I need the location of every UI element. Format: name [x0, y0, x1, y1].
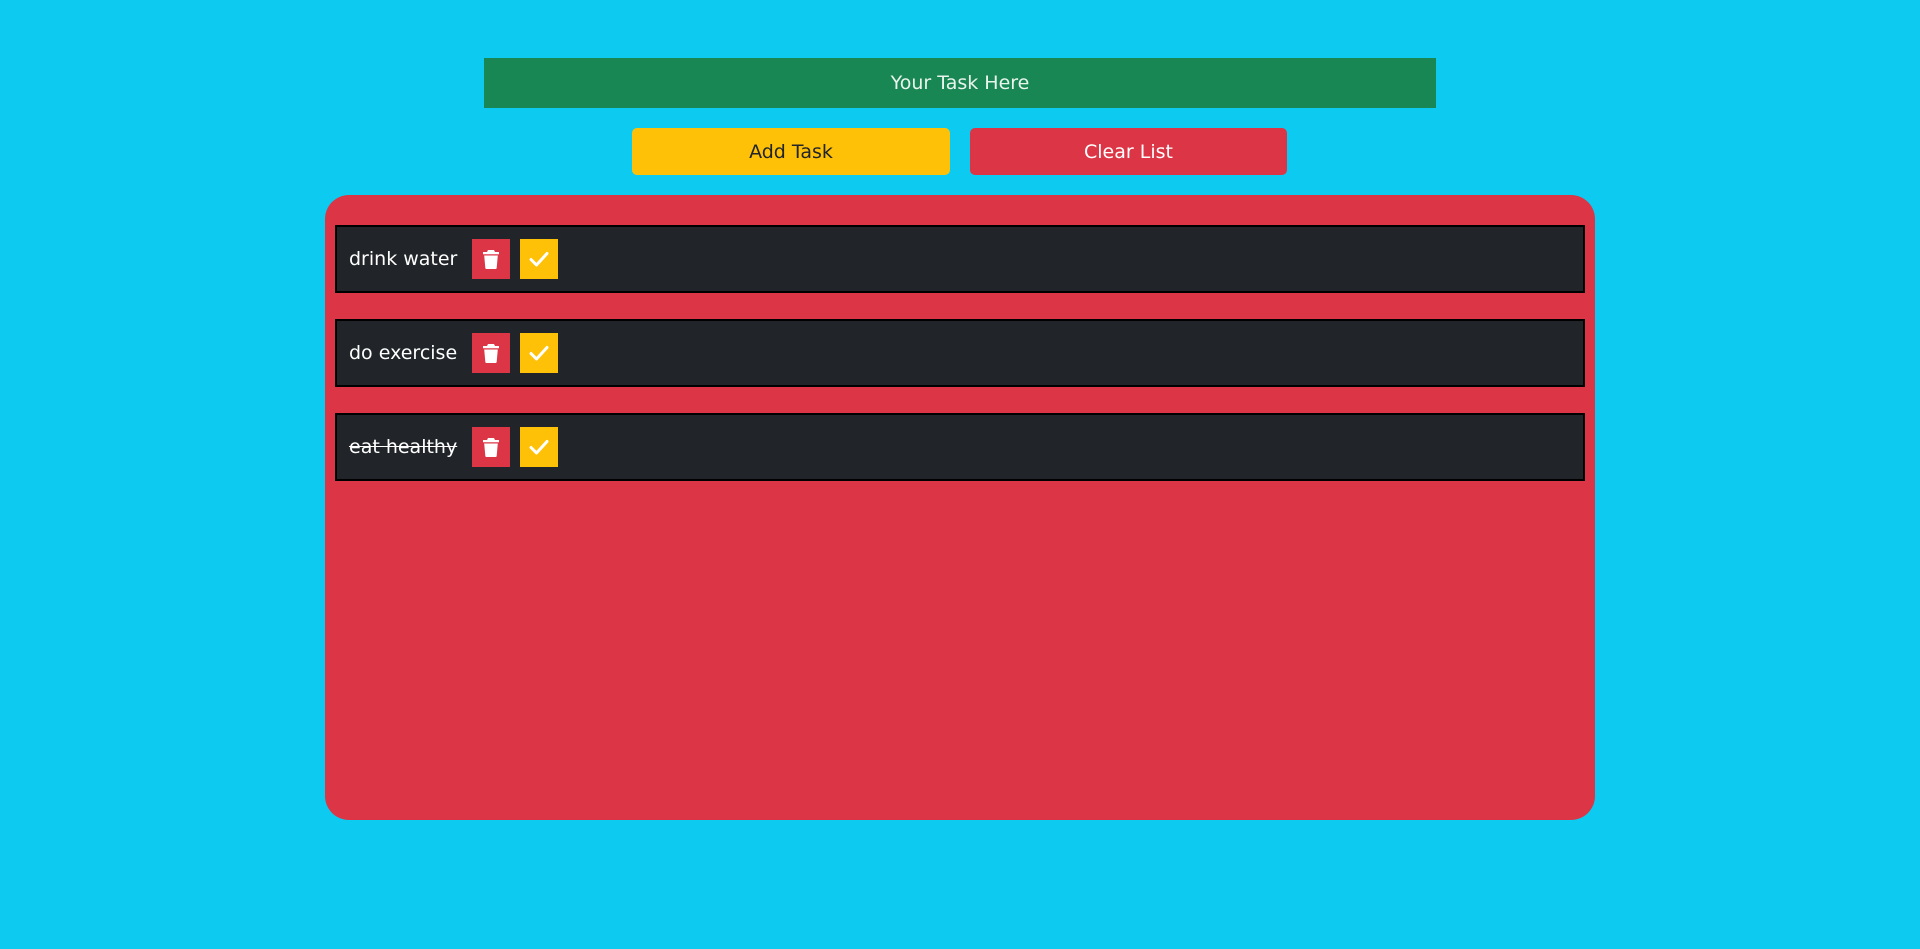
delete-task-button[interactable] [472, 333, 511, 373]
task-row: do exercise [335, 319, 1585, 387]
complete-task-button[interactable] [520, 427, 559, 467]
check-icon [529, 252, 549, 267]
complete-task-button[interactable] [520, 239, 559, 279]
trash-icon [483, 344, 500, 363]
task-text-completed: eat healthy [349, 436, 458, 458]
task-row: eat healthy [335, 413, 1585, 481]
task-text: drink water [349, 248, 458, 270]
clear-list-button[interactable]: Clear List [970, 128, 1287, 175]
check-icon [529, 346, 549, 361]
add-task-button[interactable]: Add Task [632, 128, 950, 175]
task-list-panel: drink water do exercise eat healthy [325, 195, 1595, 820]
delete-task-button[interactable] [472, 239, 511, 279]
trash-icon [483, 438, 500, 457]
todo-app: Add Task Clear List drink water do exerc… [0, 0, 1920, 949]
trash-icon [483, 250, 500, 269]
task-row: drink water [335, 225, 1585, 293]
task-text: do exercise [349, 342, 458, 364]
check-icon [529, 440, 549, 455]
delete-task-button[interactable] [472, 427, 511, 467]
task-input[interactable] [484, 58, 1436, 108]
complete-task-button[interactable] [520, 333, 559, 373]
